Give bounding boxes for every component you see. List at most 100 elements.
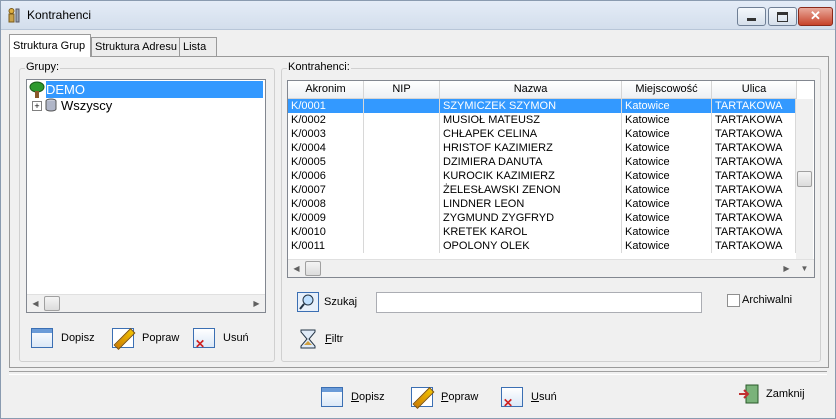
table-cell: K/0009 — [288, 211, 364, 225]
table-cell — [364, 127, 440, 141]
archive-checkbox[interactable] — [727, 294, 740, 307]
table-row[interactable]: K/0011 OPOLONY OLEK Katowice TARTAKOWA — [288, 239, 796, 253]
table-cell: K/0011 — [288, 239, 364, 253]
table-row[interactable]: K/0004 HRISTOF KAZIMIERZ Katowice TARTAKOWA — [288, 141, 796, 155]
table-row[interactable]: K/0010 KRETEK KAROL Katowice TARTAKOWA — [288, 225, 796, 239]
group-delete-button[interactable]: Usuń — [193, 326, 249, 351]
table-row[interactable]: K/0006 KUROCIK KAZIMIERZ Katowice TARTAKOWA — [288, 169, 796, 183]
table-cell — [364, 183, 440, 197]
table-row[interactable]: K/0008 LINDNER LEON Katowice TARTAKOWA — [288, 197, 796, 211]
table-cell: TARTAKOWA — [712, 141, 796, 155]
tree-horizontal-scrollbar[interactable]: ◀ ▶ — [27, 294, 265, 312]
scroll-right-icon[interactable]: ▶ — [778, 260, 795, 277]
close-window-button[interactable]: ✕ — [798, 7, 833, 26]
group-edit-button[interactable]: Popraw — [112, 326, 179, 350]
edit-button[interactable]: Popraw — [411, 385, 478, 409]
tab-lista[interactable]: Lista — [179, 37, 217, 56]
search-input[interactable] — [376, 292, 702, 313]
table-cell: Katowice — [622, 225, 712, 239]
close-button[interactable]: Zamknij — [738, 382, 805, 406]
groups-label: Grupy: — [25, 61, 61, 73]
contractors-grid[interactable]: Akronim NIP Nazwa Miejscowość Ulica K/00… — [287, 80, 815, 278]
table-cell — [364, 99, 440, 113]
table-cell: CHŁAPEK CELINA — [440, 127, 622, 141]
table-row[interactable]: K/0003 CHŁAPEK CELINA Katowice TARTAKOWA — [288, 127, 796, 141]
add-icon — [321, 387, 343, 407]
column-header-nazwa[interactable]: Nazwa — [440, 81, 622, 99]
table-cell: Katowice — [622, 183, 712, 197]
edit-label: opraw — [448, 391, 479, 403]
scroll-left-icon[interactable]: ◀ — [288, 260, 305, 277]
table-cell: ŻELESŁAWSKI ZENON — [440, 183, 622, 197]
table-cell: ZYGMUND ZYGFRYD — [440, 211, 622, 225]
filter-button[interactable]: Filtr — [299, 327, 343, 351]
table-cell — [364, 197, 440, 211]
table-row[interactable]: K/0002 MUSIOŁ MATEUSZ Katowice TARTAKOWA — [288, 113, 796, 127]
add-label-accel: D — [351, 391, 359, 403]
table-cell: MUSIOŁ MATEUSZ — [440, 113, 622, 127]
expand-toggle[interactable]: + — [32, 101, 42, 111]
scroll-down-icon[interactable]: ▼ — [796, 260, 813, 277]
app-tools-icon — [8, 8, 20, 23]
tab-struktura-grup[interactable]: Struktura Grup — [9, 34, 91, 57]
table-row[interactable]: K/0007 ŻELESŁAWSKI ZENON Katowice TARTAKOWA — [288, 183, 796, 197]
column-header-miejscowosc[interactable]: Miejscowość — [622, 81, 712, 99]
table-cell — [364, 169, 440, 183]
table-cell: LINDNER LEON — [440, 197, 622, 211]
grid-vertical-scrollbar[interactable] — [796, 99, 813, 259]
table-row[interactable]: K/0005 DZIMIERA DANUTA Katowice TARTAKOWA — [288, 155, 796, 169]
minimize-button[interactable] — [737, 7, 766, 26]
search-label: Szukaj — [324, 296, 358, 308]
table-cell — [364, 155, 440, 169]
contractors-label: Kontrahenci: — [287, 61, 351, 73]
edit-pencil-icon — [112, 328, 134, 348]
title-bar: Kontrahenci ✕ — [1, 1, 835, 30]
delete-icon — [501, 387, 523, 410]
table-cell: Katowice — [622, 99, 712, 113]
add-button[interactable]: Dopisz — [321, 385, 385, 409]
table-cell: TARTAKOWA — [712, 211, 796, 225]
add-icon — [31, 328, 53, 348]
maximize-button[interactable] — [768, 7, 797, 26]
table-cell: TARTAKOWA — [712, 197, 796, 211]
groups-tree[interactable]: DEMO + Wszyscy ◀ ▶ — [26, 79, 266, 313]
search-button[interactable]: Szukaj — [297, 290, 357, 314]
delete-icon — [193, 328, 215, 351]
column-header-nip[interactable]: NIP — [364, 81, 440, 99]
table-cell: TARTAKOWA — [712, 225, 796, 239]
table-cell: KUROCIK KAZIMIERZ — [440, 169, 622, 183]
table-cell: K/0005 — [288, 155, 364, 169]
table-cell: TARTAKOWA — [712, 127, 796, 141]
window-title: Kontrahenci — [27, 8, 92, 22]
tree-item-wszyscy[interactable]: + Wszyscy — [32, 97, 232, 114]
scroll-thumb[interactable] — [797, 171, 812, 187]
group-add-button[interactable]: Dopisz — [31, 326, 95, 350]
delete-button[interactable]: Usuń — [501, 385, 557, 410]
table-cell: Katowice — [622, 127, 712, 141]
column-header-akronim[interactable]: Akronim — [288, 81, 364, 99]
table-cell: TARTAKOWA — [712, 183, 796, 197]
table-cell — [364, 239, 440, 253]
table-cell: Katowice — [622, 155, 712, 169]
archive-label: Archiwalni — [742, 294, 793, 306]
table-cell: K/0007 — [288, 183, 364, 197]
close-label-accel: j — [802, 388, 805, 400]
scroll-right-icon[interactable]: ▶ — [248, 295, 265, 312]
table-cell: DZIMIERA DANUTA — [440, 155, 622, 169]
table-cell: TARTAKOWA — [712, 155, 796, 169]
table-cell: K/0002 — [288, 113, 364, 127]
table-row[interactable]: K/0001 SZYMICZEK SZYMON Katowice TARTAKOWA — [288, 99, 796, 113]
group-edit-label: Popraw — [142, 332, 180, 344]
delete-label: suń — [538, 391, 557, 403]
tree-item-demo[interactable]: DEMO — [27, 81, 263, 98]
table-cell: Katowice — [622, 113, 712, 127]
scroll-thumb[interactable] — [44, 296, 60, 311]
scroll-thumb[interactable] — [305, 261, 321, 276]
scroll-left-icon[interactable]: ◀ — [27, 295, 44, 312]
column-header-ulica[interactable]: Ulica — [712, 81, 797, 99]
grid-horizontal-scrollbar[interactable]: ◀ ▶ ▼ — [288, 259, 814, 277]
exit-door-icon — [739, 384, 759, 404]
tab-struktura-adresu[interactable]: Struktura Adresu — [91, 37, 185, 56]
table-row[interactable]: K/0009 ZYGMUND ZYGFRYD Katowice TARTAKOWA — [288, 211, 796, 225]
table-cell: K/0006 — [288, 169, 364, 183]
